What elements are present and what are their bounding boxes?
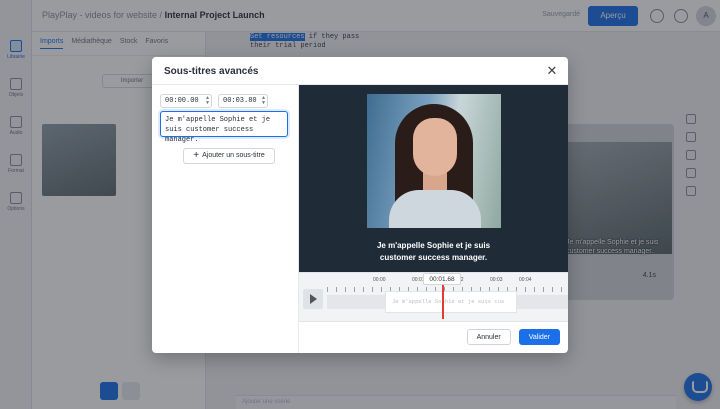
subtitle-clip[interactable]: Je m'appelle Sophie et je suis cus xyxy=(385,291,517,313)
stepper-icon[interactable]: ▲ ▼ xyxy=(262,96,265,106)
video-frame xyxy=(367,94,501,228)
add-subtitle-label: Ajouter un sous-titre xyxy=(202,152,265,159)
end-timecode-value: 00:03.80 xyxy=(223,97,257,105)
end-timecode-input[interactable]: 00:03.80 ▲ ▼ xyxy=(218,94,268,108)
timeline-tick: 00:03 xyxy=(490,277,503,283)
confirm-button[interactable]: Valider xyxy=(518,329,560,345)
subtitle-timeline[interactable]: 00:00 00:01 00:02 00:03 00:04 Je m'appel… xyxy=(299,272,568,322)
start-timecode-value: 00:00.00 xyxy=(165,97,199,105)
subtitle-editor: 00:00.00 ▲ ▼ 00:03.80 ▲ ▼ Je m'appelle Sophi… xyxy=(152,85,298,353)
advanced-subtitles-modal: Sous-titres avancés ✕ 00:00.00 ▲ ▼ 00:03.8… xyxy=(152,57,568,353)
playhead-time: 00:01.68 xyxy=(423,273,461,285)
preview-pane: Je m'appelle Sophie et je suis customer … xyxy=(298,85,568,353)
video-preview: Je m'appelle Sophie et je suis customer … xyxy=(299,85,568,272)
caption-line-2: customer success manager. xyxy=(379,253,488,262)
modal-header: Sous-titres avancés ✕ xyxy=(152,57,568,85)
person-shirt xyxy=(389,190,481,228)
timeline-tick: 00:00 xyxy=(373,277,386,283)
subtitle-textarea[interactable]: Je m'appelle Sophie et je suis customer … xyxy=(160,111,288,144)
plus-icon: + xyxy=(193,150,200,161)
close-icon[interactable]: ✕ xyxy=(544,63,560,79)
person-face xyxy=(413,118,457,176)
caption-line-1: Je m'appelle Sophie et je suis xyxy=(376,241,491,250)
add-subtitle-button[interactable]: + Ajouter un sous-titre xyxy=(183,148,275,164)
subtitle-caption: Je m'appelle Sophie et je suis customer … xyxy=(299,240,568,264)
modal-footer: Annuler Valider xyxy=(466,329,560,345)
start-timecode-input[interactable]: 00:00.00 ▲ ▼ xyxy=(160,94,212,108)
play-icon[interactable] xyxy=(303,289,323,309)
stepper-icon[interactable]: ▲ ▼ xyxy=(206,96,209,106)
playhead[interactable] xyxy=(442,285,444,319)
cancel-button[interactable]: Annuler xyxy=(466,329,511,345)
modal-title: Sous-titres avancés xyxy=(164,66,259,77)
timeline-tick: 00:04 xyxy=(519,277,532,283)
